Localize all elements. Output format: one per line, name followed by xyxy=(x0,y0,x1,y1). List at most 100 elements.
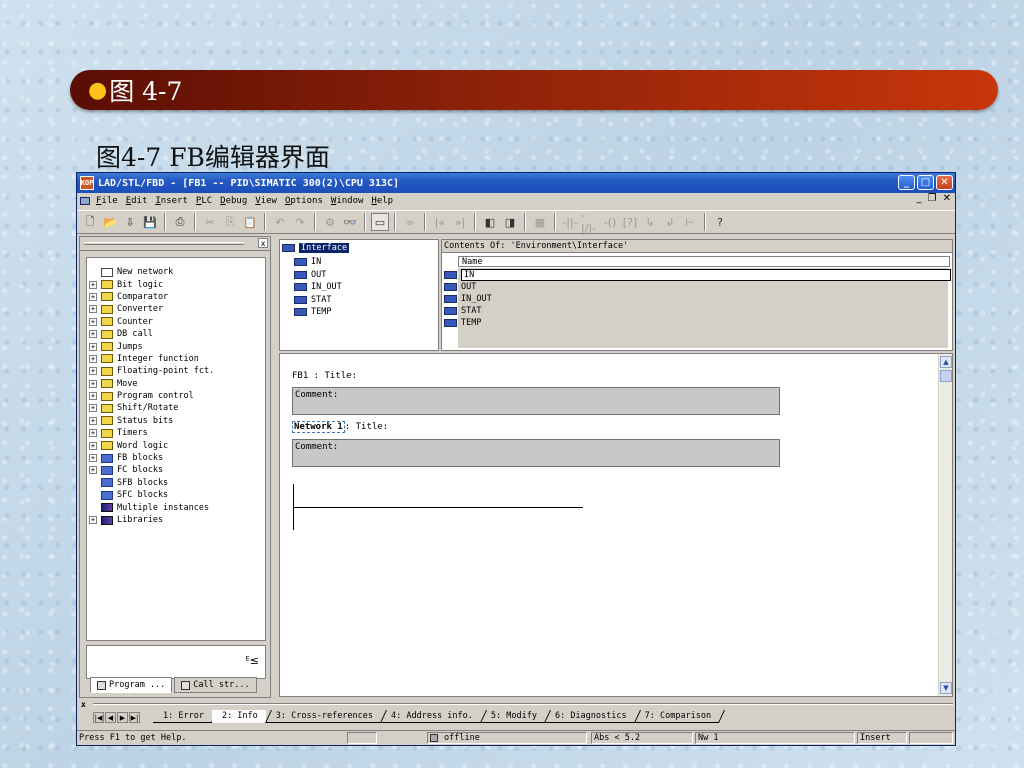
tree-item-in-out[interactable]: IN_OUT xyxy=(284,281,438,294)
catalog-item[interactable]: + Shift/Rotate xyxy=(87,402,265,414)
context-help-icon[interactable]: ? xyxy=(711,213,729,231)
catalog-item[interactable]: SFC blocks xyxy=(87,489,265,501)
open-branch-icon[interactable]: ↳ xyxy=(641,213,659,231)
network-header[interactable]: Network 1: Title: xyxy=(292,421,388,433)
expand-icon[interactable]: + xyxy=(89,367,97,376)
expand-icon[interactable]: + xyxy=(89,317,97,326)
redo-icon[interactable]: ↷ xyxy=(291,213,309,231)
cut-icon[interactable]: ✂ xyxy=(201,213,219,231)
minimize-button[interactable]: _ xyxy=(898,175,915,190)
contents-row-in-out[interactable]: IN_OUT xyxy=(442,293,492,305)
network-comment[interactable]: Comment: xyxy=(292,439,780,467)
download-icon[interactable]: ⇩ xyxy=(121,213,139,231)
scroll-down-icon[interactable]: ▼ xyxy=(940,682,952,694)
menu-file[interactable]: File xyxy=(96,196,118,206)
ladder-rung[interactable] xyxy=(293,507,583,508)
maximize-button[interactable]: □ xyxy=(917,175,934,190)
block-title[interactable]: FB1 : Title: xyxy=(292,371,357,381)
expand-icon[interactable]: + xyxy=(89,330,97,339)
menu-insert[interactable]: Insert xyxy=(155,196,188,206)
expand-icon[interactable]: + xyxy=(89,466,97,475)
expand-icon[interactable]: + xyxy=(89,280,97,289)
contents-row-out[interactable]: OUT xyxy=(442,281,476,293)
expand-icon[interactable]: + xyxy=(89,429,97,438)
expand-icon[interactable]: + xyxy=(89,305,97,314)
previous-network-icon[interactable]: |« xyxy=(431,213,449,231)
window-titlebar[interactable]: KOP LAD/STL/FBD - [FB1 -- PID\SIMATIC 30… xyxy=(77,173,955,193)
network-icon[interactable]: ▦ xyxy=(531,213,549,231)
open-icon[interactable]: 📂 xyxy=(101,213,119,231)
column-header-name[interactable]: Name xyxy=(458,256,950,267)
catalog-item[interactable]: + Comparator xyxy=(87,291,265,303)
catalog-item[interactable]: + Status bits xyxy=(87,415,265,427)
last-tab-button[interactable]: ▶| xyxy=(129,712,140,723)
catalog-item[interactable]: + Word logic xyxy=(87,439,265,451)
editor-scrollbar[interactable]: ▲ ▼ xyxy=(938,354,952,696)
expand-icon[interactable]: + xyxy=(89,379,97,388)
tree-item-temp[interactable]: TEMP xyxy=(284,306,438,319)
catalog-item[interactable]: + FC blocks xyxy=(87,464,265,476)
catalog-item[interactable]: + Converter xyxy=(87,303,265,315)
document-icon[interactable] xyxy=(80,197,90,205)
close-button[interactable]: ✕ xyxy=(936,175,953,190)
contents-row-in[interactable]: IN xyxy=(442,269,951,281)
prev-tab-button[interactable]: ◀ xyxy=(105,712,116,723)
print-icon[interactable]: ⎙ xyxy=(171,213,189,231)
next-tab-button[interactable]: ▶ xyxy=(117,712,128,723)
scroll-thumb[interactable] xyxy=(940,370,952,382)
expand-icon[interactable]: + xyxy=(89,342,97,351)
expand-icon[interactable]: + xyxy=(89,392,97,401)
coil-icon[interactable]: -() xyxy=(601,213,619,231)
tree-item-out[interactable]: OUT xyxy=(284,269,438,282)
catalog-item[interactable]: + FB blocks xyxy=(87,452,265,464)
tree-item-in[interactable]: IN xyxy=(284,256,438,269)
view-details-icon[interactable]: ◨ xyxy=(501,213,519,231)
network-label[interactable]: Network 1 xyxy=(292,421,345,433)
expand-icon[interactable]: + xyxy=(89,441,97,450)
catalog-item[interactable]: + Counter xyxy=(87,316,265,328)
code-editor[interactable]: FB1 : Title: Comment: Network 1: Title: … xyxy=(279,353,953,697)
mdi-restore-button[interactable]: ❐ xyxy=(928,193,937,204)
block-comment[interactable]: Comment: xyxy=(292,387,780,415)
menu-view[interactable]: View xyxy=(255,196,277,206)
contact-no-icon[interactable]: -||- xyxy=(561,213,579,231)
catalog-item[interactable]: + Jumps xyxy=(87,340,265,352)
contents-row-temp[interactable]: TEMP xyxy=(442,317,481,329)
expand-icon[interactable]: + xyxy=(89,454,97,463)
menu-options[interactable]: Options xyxy=(285,196,323,206)
tab-program-elements[interactable]: Program ... xyxy=(90,677,173,693)
tab-modify[interactable]: 5: Modify xyxy=(480,710,545,723)
expand-icon[interactable]: + xyxy=(89,516,97,524)
close-icon[interactable]: x xyxy=(258,238,268,248)
catalog-item[interactable]: + DB call xyxy=(87,328,265,340)
catalog-item[interactable]: + Move xyxy=(87,378,265,390)
catalog-item[interactable]: + Program control xyxy=(87,390,265,402)
mdi-minimize-button[interactable]: _ xyxy=(917,193,922,204)
catalog-item[interactable]: + Integer function xyxy=(87,353,265,365)
close-branch-icon[interactable]: ↲ xyxy=(661,213,679,231)
compile-icon[interactable]: ⚙ xyxy=(321,213,339,231)
undo-icon[interactable]: ↶ xyxy=(271,213,289,231)
tree-item-stat[interactable]: STAT xyxy=(284,294,438,307)
menu-help[interactable]: Help xyxy=(371,196,393,206)
scroll-up-icon[interactable]: ▲ xyxy=(940,356,952,368)
empty-box-icon[interactable]: [?] xyxy=(621,213,639,231)
catalog-item[interactable]: + Libraries xyxy=(87,514,265,526)
overview-icon[interactable]: ▭ xyxy=(371,213,389,231)
catalog-item[interactable]: New network xyxy=(87,266,265,278)
tab-cross-references[interactable]: 3: Cross-references xyxy=(265,710,382,723)
interface-root[interactable]: Interface xyxy=(282,242,350,255)
tab-call-structure[interactable]: Call str... xyxy=(174,677,257,693)
reference-icon[interactable]: ∞ xyxy=(401,213,419,231)
menu-edit[interactable]: Edit xyxy=(126,196,148,206)
copy-icon[interactable]: ⎘ xyxy=(221,213,239,231)
tab-error[interactable]: 1: Error xyxy=(153,710,212,723)
connection-icon[interactable]: ⊢ xyxy=(681,213,699,231)
menu-plc[interactable]: PLC xyxy=(196,196,212,206)
close-icon[interactable]: x xyxy=(81,700,86,709)
view-catalog-icon[interactable]: ◧ xyxy=(481,213,499,231)
tab-address-info[interactable]: 4: Address info. xyxy=(381,710,481,723)
new-icon[interactable]: 🗋 xyxy=(81,213,99,231)
mdi-close-button[interactable]: ✕ xyxy=(943,193,951,204)
expand-icon[interactable]: + xyxy=(89,292,97,301)
